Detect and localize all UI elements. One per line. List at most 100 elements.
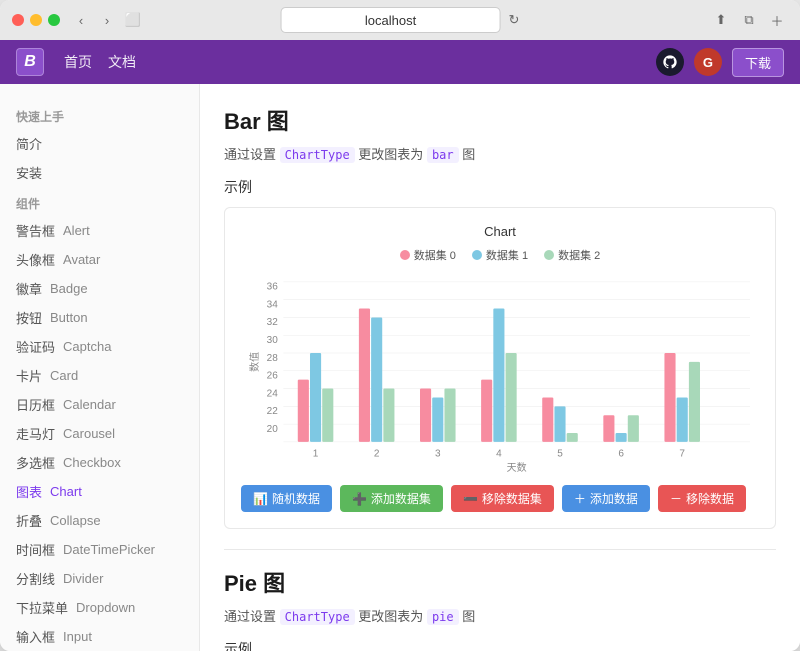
- sidebar-item-calendar[interactable]: 日历框Calendar: [0, 390, 199, 419]
- content-area: Bar 图 通过设置 ChartType 更改图表为 bar 图 示例 Char…: [200, 84, 800, 651]
- sidebar-item-install[interactable]: 安装: [0, 158, 199, 187]
- section-divider: [224, 549, 776, 550]
- legend-label-0: 数据集 0: [414, 247, 456, 263]
- legend-color-0: [400, 250, 410, 260]
- gitee-icon[interactable]: G: [694, 48, 722, 76]
- titlebar-center: localhost ↻: [281, 7, 520, 33]
- sidebar-item-button[interactable]: 按钮Button: [0, 303, 199, 332]
- sidebar-item-captcha[interactable]: 验证码Captcha: [0, 332, 199, 361]
- add-dataset-label: 添加数据集: [371, 490, 431, 507]
- remove-data-icon: －: [670, 490, 682, 507]
- sidebar-item-alert[interactable]: 警告框Alert: [0, 216, 199, 245]
- add-data-icon: ＋: [574, 490, 586, 507]
- add-data-button[interactable]: ＋ 添加数据: [562, 485, 650, 512]
- svg-text:天数: 天数: [507, 461, 527, 473]
- brand-logo[interactable]: B: [16, 48, 44, 76]
- legend-item-0: 数据集 0: [400, 247, 456, 263]
- remove-data-button[interactable]: － 移除数据: [658, 485, 746, 512]
- nav-docs[interactable]: 文档: [108, 52, 136, 72]
- add-dataset-button[interactable]: ➕ 添加数据集: [340, 485, 443, 512]
- main-layout: 快速上手 简介 安装 组件 警告框Alert 头像框Avatar 徽章Badge…: [0, 84, 800, 651]
- app-window: ‹ › ⬜ localhost ↻ ⬆ ⧉ ＋ B 首页 文档 G 下载: [0, 0, 800, 651]
- plus-icon[interactable]: ＋: [766, 9, 788, 31]
- sidebar: 快速上手 简介 安装 组件 警告框Alert 头像框Avatar 徽章Badge…: [0, 84, 200, 651]
- bar-chart-icon: 📊: [253, 492, 268, 506]
- legend-item-2: 数据集 2: [544, 247, 600, 263]
- svg-text:20: 20: [267, 424, 279, 435]
- back-button[interactable]: ‹: [70, 9, 92, 31]
- chart-buttons: 📊 随机数据 ➕ 添加数据集 ➖ 移除数据集 ＋ 添加数据: [241, 485, 759, 512]
- chart-type-code2: bar: [427, 147, 459, 163]
- github-icon[interactable]: [656, 48, 684, 76]
- sidebar-item-carousel[interactable]: 走马灯Carousel: [0, 419, 199, 448]
- duplicate-icon[interactable]: ⧉: [738, 9, 760, 31]
- pie-code2: pie: [427, 609, 459, 625]
- nav-buttons: ‹ › ⬜: [70, 9, 144, 31]
- share-icon[interactable]: ⬆: [710, 9, 732, 31]
- chart-title: Chart: [241, 224, 759, 239]
- legend-item-1: 数据集 1: [472, 247, 528, 263]
- svg-text:32: 32: [267, 317, 279, 328]
- add-dataset-icon: ➕: [352, 492, 367, 506]
- legend-color-1: [472, 250, 482, 260]
- maximize-button[interactable]: [48, 14, 60, 26]
- sidebar-item-avatar[interactable]: 头像框Avatar: [0, 245, 199, 274]
- bar-section-desc: 通过设置 ChartType 更改图表为 bar 图: [224, 144, 776, 163]
- sidebar-item-chart[interactable]: 图表Chart: [0, 477, 199, 506]
- sidebar-item-collapse[interactable]: 折叠Collapse: [0, 506, 199, 535]
- chart-legend: 数据集 0 数据集 1 数据集 2: [241, 247, 759, 263]
- add-data-label: 添加数据: [590, 490, 638, 507]
- svg-text:24: 24: [267, 388, 279, 399]
- download-button[interactable]: 下载: [732, 48, 784, 77]
- chart-container: Chart 数据集 0 数据集 1 数据集 2: [224, 207, 776, 529]
- svg-text:6: 6: [618, 448, 624, 459]
- app-nav: 首页 文档: [64, 52, 136, 72]
- bar-chart-svg: 36 34 32 30 28 26 24 22 20 数值: [241, 273, 759, 473]
- svg-text:28: 28: [267, 353, 279, 364]
- random-data-button[interactable]: 📊 随机数据: [241, 485, 332, 512]
- forward-button[interactable]: ›: [96, 9, 118, 31]
- remove-dataset-icon: ➖: [463, 492, 478, 506]
- svg-text:数值: 数值: [248, 352, 261, 372]
- legend-label-2: 数据集 2: [558, 247, 600, 263]
- sidebar-item-divider[interactable]: 分割线Divider: [0, 564, 199, 593]
- components-label: 组件: [0, 187, 199, 216]
- window-icon[interactable]: ⬜: [122, 9, 144, 31]
- close-button[interactable]: [12, 14, 24, 26]
- pie-section-title: Pie 图: [224, 566, 776, 598]
- random-data-label: 随机数据: [272, 490, 320, 507]
- minimize-button[interactable]: [30, 14, 42, 26]
- header-right: G 下载: [656, 48, 784, 77]
- refresh-button[interactable]: ↻: [509, 12, 520, 28]
- titlebar-right: ⬆ ⧉ ＋: [710, 9, 788, 31]
- pie-section-desc: 通过设置 ChartType 更改图表为 pie 图: [224, 606, 776, 625]
- sidebar-item-datetimepicker[interactable]: 时间框DateTimePicker: [0, 535, 199, 564]
- url-bar[interactable]: localhost: [281, 7, 501, 33]
- sidebar-item-checkbox[interactable]: 多选框Checkbox: [0, 448, 199, 477]
- sidebar-item-card[interactable]: 卡片Card: [0, 361, 199, 390]
- remove-dataset-label: 移除数据集: [482, 490, 542, 507]
- svg-text:2: 2: [374, 448, 380, 459]
- svg-text:7: 7: [679, 448, 685, 459]
- nav-home[interactable]: 首页: [64, 52, 92, 72]
- traffic-lights: [12, 14, 60, 26]
- svg-text:26: 26: [267, 371, 279, 382]
- svg-text:3: 3: [435, 448, 441, 459]
- sidebar-item-badge[interactable]: 徽章Badge: [0, 274, 199, 303]
- svg-text:1: 1: [313, 448, 319, 459]
- titlebar: ‹ › ⬜ localhost ↻ ⬆ ⧉ ＋: [0, 0, 800, 40]
- chart-type-code1: ChartType: [280, 147, 355, 163]
- pie-code1: ChartType: [280, 609, 355, 625]
- pie-example-label: 示例: [224, 639, 776, 651]
- svg-text:36: 36: [267, 282, 279, 293]
- sidebar-item-input[interactable]: 输入框Input: [0, 622, 199, 651]
- svg-text:5: 5: [557, 448, 563, 459]
- svg-text:34: 34: [267, 299, 279, 310]
- url-text: localhost: [365, 13, 416, 28]
- bar-section-title: Bar 图: [224, 104, 776, 136]
- legend-label-1: 数据集 1: [486, 247, 528, 263]
- remove-dataset-button[interactable]: ➖ 移除数据集: [451, 485, 554, 512]
- sidebar-item-intro[interactable]: 简介: [0, 129, 199, 158]
- example-label: 示例: [224, 177, 776, 197]
- sidebar-item-dropdown[interactable]: 下拉菜单Dropdown: [0, 593, 199, 622]
